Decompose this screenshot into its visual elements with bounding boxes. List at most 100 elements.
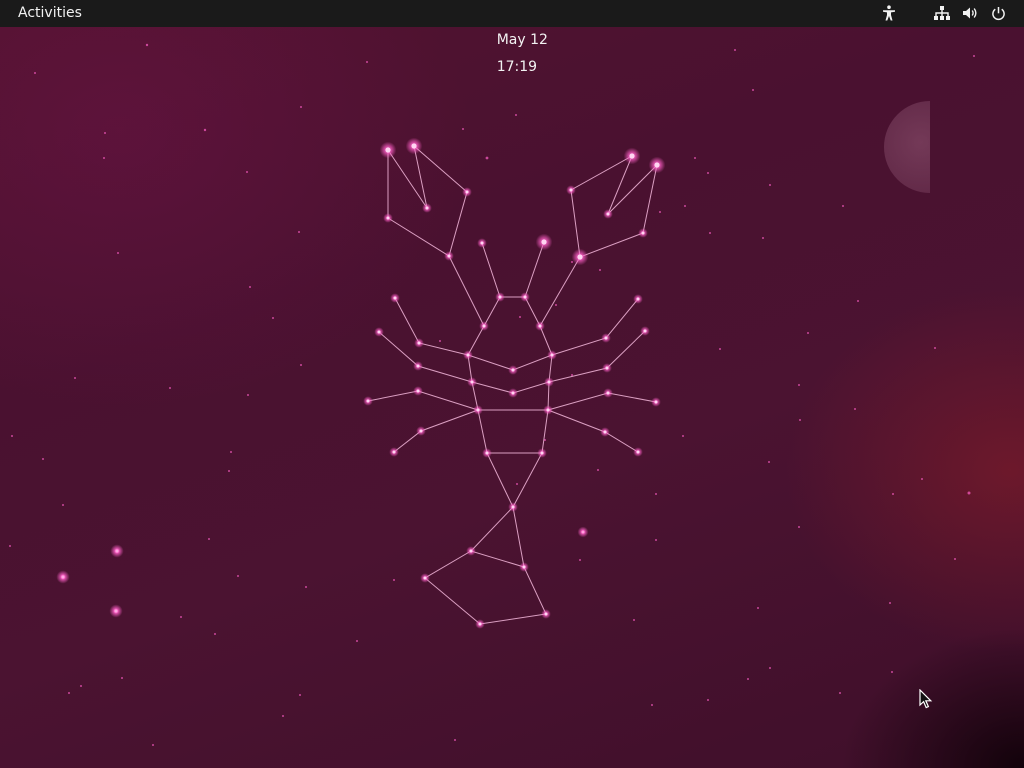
background-star	[11, 435, 13, 437]
background-star	[228, 470, 230, 472]
constellation-star	[416, 389, 420, 393]
constellation-star	[511, 368, 515, 372]
constellation-line	[547, 409, 639, 453]
background-star	[42, 458, 44, 460]
constellation-line	[570, 154, 658, 258]
background-star	[973, 55, 975, 57]
constellation-star	[605, 366, 609, 370]
background-star	[659, 211, 661, 213]
background-star	[571, 261, 573, 263]
constellation-lines	[367, 144, 658, 625]
background-star	[954, 558, 956, 560]
background-star	[757, 607, 759, 609]
power-icon[interactable]	[989, 4, 1007, 22]
background-star	[121, 677, 123, 679]
constellation-star	[465, 190, 469, 194]
background-star	[237, 575, 239, 577]
background-star	[857, 300, 859, 302]
background-star	[684, 205, 686, 207]
constellation-star	[541, 239, 547, 245]
constellation-star	[606, 212, 610, 216]
constellation-star	[416, 364, 420, 368]
clock-button[interactable]: May 12 17:19	[456, 0, 562, 75]
constellation-line	[394, 297, 469, 356]
background-star	[747, 678, 749, 680]
background-star	[305, 586, 307, 588]
constellation-star	[469, 549, 473, 553]
constellation-star	[470, 380, 474, 384]
constellation-star	[547, 380, 551, 384]
constellation-line	[467, 296, 553, 371]
background-star	[892, 493, 894, 495]
constellation-star	[485, 451, 489, 455]
background-star	[104, 132, 106, 134]
constellation-line	[539, 256, 581, 327]
background-star	[516, 483, 518, 485]
constellation-star	[466, 353, 470, 357]
background-star	[214, 633, 216, 635]
background-star	[80, 685, 82, 687]
constellation-line	[486, 452, 543, 509]
desktop[interactable]: Activities May 12 17:19	[0, 0, 1024, 768]
background-star	[599, 269, 601, 271]
background-star	[762, 237, 764, 239]
constellation-line	[481, 241, 545, 298]
constellation-line	[548, 330, 646, 383]
background-star	[921, 478, 923, 480]
background-star	[180, 616, 182, 618]
constellation-star	[604, 336, 608, 340]
background-star	[889, 602, 891, 604]
constellation-star	[538, 324, 542, 328]
background-star	[203, 128, 207, 132]
background-star	[298, 231, 300, 233]
background-star	[68, 692, 70, 694]
background-star	[62, 504, 64, 506]
constellation-star	[419, 429, 423, 433]
background-star-glow	[110, 544, 124, 558]
background-star-glow	[109, 604, 123, 618]
constellation-line	[378, 331, 473, 383]
constellation-line	[470, 506, 514, 552]
accessibility-icon[interactable]	[880, 4, 898, 22]
network-icon[interactable]	[933, 4, 951, 22]
background-star	[854, 408, 856, 410]
constellation-star	[522, 565, 526, 569]
mouse-pointer-icon	[919, 689, 933, 709]
background-star	[485, 156, 489, 160]
constellation-star	[476, 408, 480, 412]
activities-button[interactable]: Activities	[10, 0, 90, 27]
background-star	[799, 419, 801, 421]
constellation-star	[480, 241, 484, 245]
background-star	[734, 49, 736, 51]
constellation-star	[392, 450, 396, 454]
background-star	[356, 640, 358, 642]
constellation-star	[386, 216, 390, 220]
constellation-star	[540, 451, 544, 455]
background-star	[579, 559, 581, 561]
background-star	[454, 739, 456, 741]
background-star	[934, 347, 936, 349]
background-star	[807, 332, 809, 334]
background-star	[655, 539, 657, 541]
background-star	[74, 377, 76, 379]
constellation-star	[603, 430, 607, 434]
constellation-star	[423, 576, 427, 580]
background-star	[282, 715, 284, 717]
constellation-line	[477, 409, 549, 454]
constellation-star	[411, 143, 417, 149]
background-star	[230, 451, 232, 453]
background-star-glow	[56, 570, 70, 584]
constellation-line	[393, 409, 479, 453]
background-star	[169, 387, 171, 389]
background-star	[768, 461, 770, 463]
constellation-line	[467, 354, 553, 394]
background-star	[842, 205, 844, 207]
background-star	[682, 435, 684, 437]
wallpaper-constellation	[9, 43, 975, 746]
volume-icon[interactable]	[961, 4, 979, 22]
constellation-star	[569, 188, 573, 192]
constellation-star	[425, 206, 429, 210]
background-star	[117, 252, 119, 254]
constellation-star	[550, 353, 554, 357]
constellation-star	[417, 341, 421, 345]
